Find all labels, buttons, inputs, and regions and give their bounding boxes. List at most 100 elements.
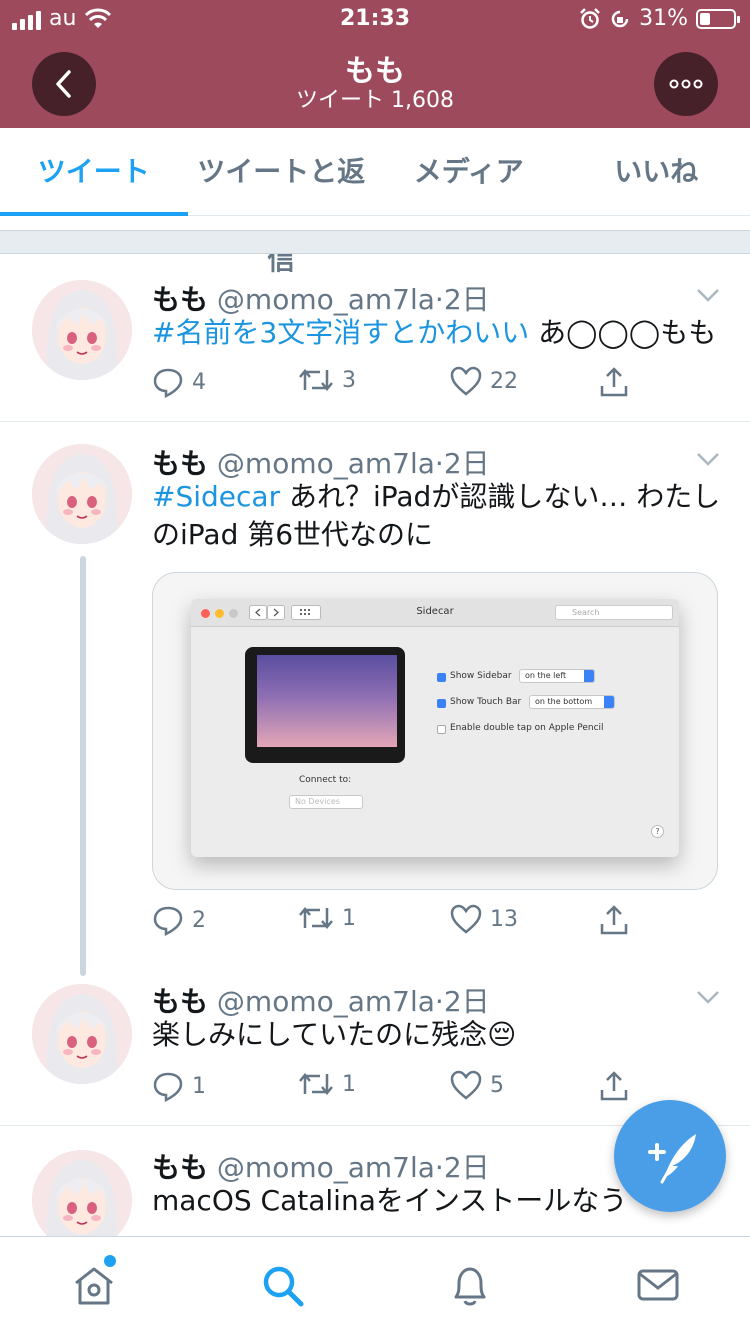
reply-icon — [153, 906, 183, 936]
separator-dot: · — [434, 283, 444, 316]
share-button[interactable] — [598, 366, 630, 398]
like-count: 22 — [490, 368, 518, 394]
chevron-down-icon[interactable] — [696, 288, 720, 302]
separator-dot: · — [434, 985, 444, 1018]
separator-dot: · — [434, 1151, 444, 1184]
retweet-icon — [299, 1073, 333, 1095]
reply-button[interactable]: 2 — [152, 904, 206, 936]
home-icon[interactable] — [70, 1261, 118, 1309]
avatar[interactable] — [32, 984, 132, 1084]
retweet-button[interactable]: 3 — [298, 366, 356, 394]
reply-count: 2 — [192, 907, 206, 933]
tweet-count: ツイート 1,608 — [296, 88, 454, 113]
tweet-body: あ◯◯◯もも — [529, 316, 717, 349]
reply-count: 4 — [192, 369, 206, 395]
tweet-actions: 1 1 5 — [152, 1070, 652, 1106]
tweet-body: macOS Catalinaをインストールなう — [152, 1184, 628, 1217]
window-titlebar: Sidecar Search — [191, 599, 679, 627]
hashtag-link[interactable]: #名前を3文字消すとかわいい — [152, 316, 529, 349]
tweet-header: もも @momo_am7la·2日 — [152, 442, 490, 482]
like-count: 5 — [490, 1072, 504, 1098]
compose-tweet-button[interactable] — [614, 1100, 726, 1212]
share-icon — [600, 367, 628, 397]
retweet-count: 1 — [342, 1071, 356, 1097]
tweet-text: #名前を3文字消すとかわいい あ◯◯◯もも — [152, 314, 722, 352]
tweet-media-image[interactable]: Sidecar Search Show Sidebar on the left … — [152, 572, 718, 890]
heart-icon — [450, 366, 482, 396]
share-button[interactable] — [598, 904, 630, 936]
retweet-button[interactable]: 1 — [298, 1070, 356, 1098]
tweet[interactable]: もも @momo_am7la·2日 #名前を3文字消すとかわいい あ◯◯◯もも … — [0, 256, 750, 422]
search-icon[interactable] — [258, 1261, 306, 1309]
tab-likes[interactable]: いいね — [563, 128, 750, 215]
sidebar-position-value: on the left — [525, 671, 567, 680]
reply-button[interactable]: 4 — [152, 366, 206, 398]
sidebar-position-select: on the left — [519, 669, 595, 683]
touchbar-position-value: on the bottom — [535, 697, 593, 706]
reply-icon — [153, 368, 183, 398]
share-button[interactable] — [598, 1070, 630, 1102]
tweet-header: もも @momo_am7la·2日 — [152, 1146, 490, 1186]
reply-count: 1 — [192, 1073, 206, 1099]
double-tap-label: Enable double tap on Apple Pencil — [450, 723, 604, 733]
share-icon — [600, 1071, 628, 1101]
bottom-navigation — [0, 1236, 750, 1334]
compose-feather-icon — [648, 1134, 696, 1184]
hashtag-link[interactable]: #Sidecar — [152, 480, 280, 513]
tab-tweets[interactable]: ツイート — [0, 128, 188, 216]
retweet-button[interactable]: 1 — [298, 904, 356, 932]
avatar[interactable] — [32, 1150, 132, 1236]
share-icon — [600, 905, 628, 935]
like-count: 13 — [490, 906, 518, 932]
connect-to-label: Connect to: — [299, 775, 352, 785]
author-name[interactable]: もも — [152, 985, 208, 1018]
profile-header: au 21:33 31% もも ツイート 1,608 — [0, 0, 750, 128]
double-tap-checkbox — [437, 725, 446, 734]
more-icon — [669, 79, 703, 89]
sidecar-window: Sidecar Search Show Sidebar on the left … — [191, 599, 679, 857]
reply-button[interactable]: 1 — [152, 1070, 206, 1102]
tab-tweets-and-replies[interactable]: ツイートと返信 — [188, 128, 376, 276]
messages-icon[interactable] — [634, 1261, 682, 1309]
chevron-down-icon[interactable] — [696, 452, 720, 466]
help-button: ? — [651, 825, 664, 838]
tweet-time: 2日 — [443, 447, 490, 480]
avatar[interactable] — [32, 444, 132, 544]
touchbar-position-select: on the bottom — [529, 695, 615, 709]
status-bar: au 21:33 31% — [0, 0, 750, 40]
show-touchbar-label: Show Touch Bar — [450, 697, 522, 707]
author-handle: @momo_am7la — [216, 447, 435, 480]
notifications-icon[interactable] — [446, 1261, 494, 1309]
battery-icon — [696, 8, 740, 29]
heart-icon — [450, 904, 482, 934]
tweet-time: 2日 — [443, 283, 490, 316]
tab-media[interactable]: メディア — [375, 128, 563, 215]
battery-percent: 31% — [639, 6, 688, 31]
chevron-down-icon[interactable] — [696, 990, 720, 1004]
heart-icon — [450, 1070, 482, 1100]
tweet-text: 楽しみにしていたのに残念😔 — [152, 1016, 722, 1054]
author-name[interactable]: もも — [152, 1151, 208, 1184]
like-button[interactable]: 13 — [450, 904, 518, 934]
avatar[interactable] — [32, 280, 132, 380]
show-sidebar-checkbox — [437, 673, 446, 682]
like-button[interactable]: 5 — [450, 1070, 504, 1100]
profile-tabs: ツイート ツイートと返信 メディア いいね — [0, 128, 750, 276]
section-divider — [0, 230, 750, 254]
author-name[interactable]: もも — [152, 283, 208, 316]
author-handle: @momo_am7la — [216, 283, 435, 316]
tweet-header: もも @momo_am7la·2日 — [152, 278, 490, 318]
tweet-body: 楽しみにしていたのに残念😔 — [152, 1018, 517, 1051]
tweet-text: #Sidecar あれ？iPadが認識しない… わたしのiPad 第6世代なのに — [152, 478, 722, 554]
tweet-time: 2日 — [443, 1151, 490, 1184]
retweet-icon — [299, 907, 333, 929]
tweet-time: 2日 — [443, 985, 490, 1018]
devices-select: No Devices — [289, 795, 363, 809]
reply-icon — [153, 1072, 183, 1102]
retweet-icon — [299, 369, 333, 391]
more-button[interactable] — [654, 52, 718, 116]
thread-line — [80, 556, 86, 976]
author-name[interactable]: もも — [152, 447, 208, 480]
like-button[interactable]: 22 — [450, 366, 518, 396]
ipad-screen — [257, 655, 397, 747]
